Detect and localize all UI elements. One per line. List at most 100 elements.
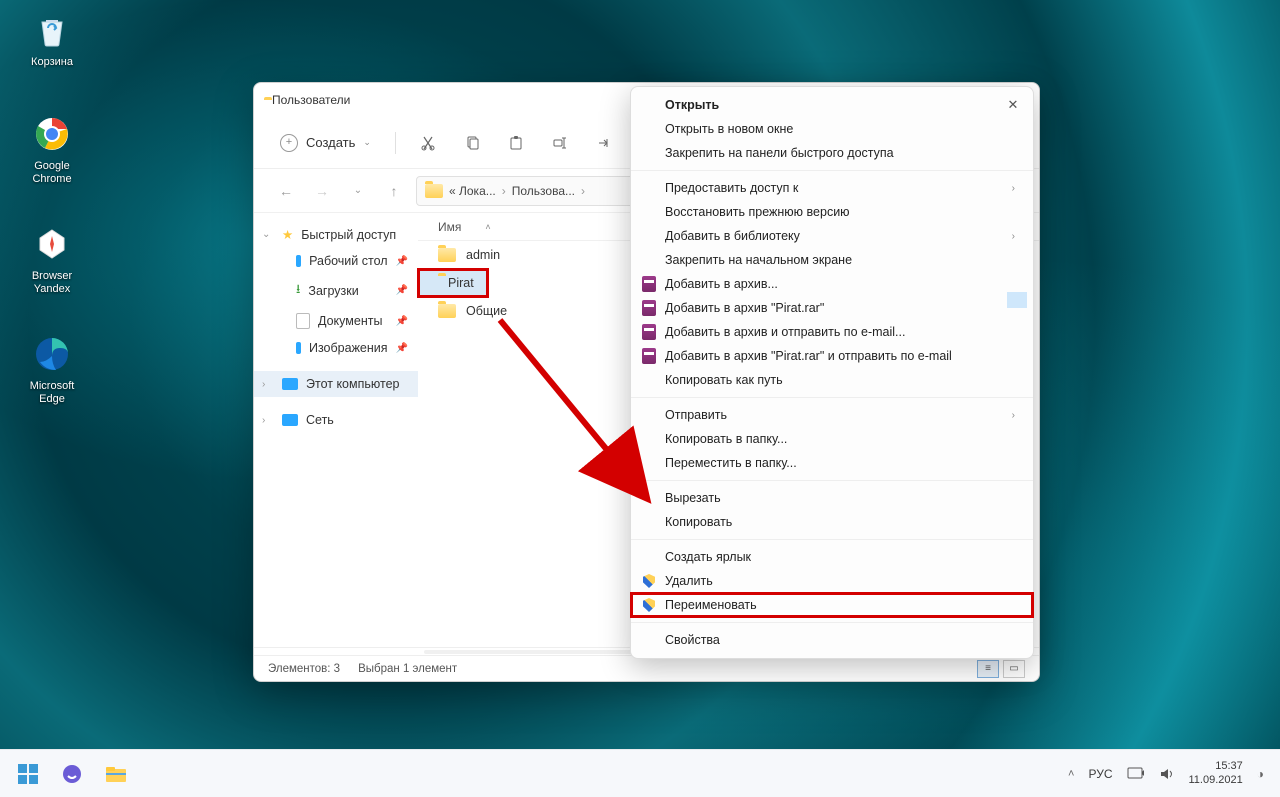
recent-dropdown[interactable]: ⌄ [344,177,372,205]
sidebar-item-label: Этот компьютер [306,377,399,391]
edge-icon [30,332,74,376]
cm-cut[interactable]: Вырезать [631,486,1033,510]
clock-date: 11.09.2021 [1189,774,1243,787]
sidebar-item-label: Быстрый доступ [301,228,396,242]
item-count: Элементов: 3 [268,663,340,675]
desktop-icon-recycle-bin[interactable]: Корзина [14,8,90,69]
language-indicator[interactable]: РУС [1088,767,1112,781]
cm-pin-start[interactable]: Закрепить на начальном экране [631,248,1033,272]
taskbar-explorer[interactable] [96,754,136,794]
sidebar-item-this-pc[interactable]: › Этот компьютер [254,371,418,397]
cm-add-archive-rar[interactable]: Добавить в архив "Pirat.rar" [631,296,1033,320]
sidebar-item-downloads[interactable]: ⭳ Загрузки 📌 [254,274,418,307]
yandex-icon [30,222,74,266]
paste-button[interactable] [500,127,532,159]
sidebar-item-label: Сеть [306,413,334,427]
sidebar-item-desktop[interactable]: Рабочий стол 📌 [254,248,418,274]
back-button[interactable]: ← [272,177,300,205]
sidebar-item-label: Изображения [309,341,388,355]
desktop-icon [296,255,301,267]
notifications-icon[interactable]: ◑ [1257,767,1264,781]
desktop-icon-label: Корзина [14,56,90,69]
chevron-right-icon: › [1012,410,1015,421]
desktop-icon-chrome[interactable]: Google Chrome [14,112,90,186]
cm-send-to[interactable]: Отправить› [631,403,1033,427]
start-button[interactable] [8,754,48,794]
up-button[interactable]: ↑ [380,177,408,205]
view-icons-button[interactable]: ▭ [1003,660,1025,678]
cm-pin-quick-access[interactable]: Закрепить на панели быстрого доступа [631,141,1033,165]
image-icon [296,342,301,354]
document-icon [296,313,310,329]
context-menu: ✕ Открыть Открыть в новом окне Закрепить… [630,86,1034,659]
separator [631,622,1033,623]
breadcrumb-part[interactable]: Пользова... [512,184,575,198]
cut-button[interactable] [412,127,444,159]
sidebar-item-network[interactable]: › Сеть [254,407,418,433]
sidebar-item-label: Рабочий стол [309,254,387,268]
cm-open[interactable]: Открыть [631,93,1033,117]
cm-move-to-folder[interactable]: Переместить в папку... [631,451,1033,475]
rar-icon [641,348,657,364]
pin-icon: 📌 [396,316,408,327]
cm-delete[interactable]: Удалить [631,569,1033,593]
desktop-icon-edge[interactable]: Microsoft Edge [14,332,90,406]
clock-time: 15:37 [1189,760,1243,773]
sidebar-item-images[interactable]: Изображения 📌 [254,335,418,361]
network-icon[interactable] [1127,767,1145,781]
cm-copy[interactable]: Копировать [631,510,1033,534]
taskbar-chat[interactable] [52,754,92,794]
cm-share-access[interactable]: Предоставить доступ к› [631,176,1033,200]
plus-icon: + [280,134,298,152]
view-details-button[interactable]: ≡ [977,660,999,678]
create-button[interactable]: + Создать ⌄ [272,130,379,156]
separator [631,539,1033,540]
chevron-right-icon: › [1012,231,1015,242]
chevron-down-icon: ⌄ [363,137,371,148]
rar-icon [641,300,657,316]
file-row-pirat[interactable]: Pirat [418,269,488,297]
cm-create-shortcut[interactable]: Создать ярлык [631,545,1033,569]
sidebar-item-documents[interactable]: Документы 📌 [254,307,418,335]
download-icon: ⭳ [296,280,300,301]
folder-icon [425,184,443,198]
sidebar-item-label: Документы [318,314,382,328]
cm-add-archive-email[interactable]: Добавить в архив и отправить по e-mail..… [631,320,1033,344]
sort-asc-icon: ˄ [485,222,490,232]
cm-properties[interactable]: Свойства [631,628,1033,652]
cm-copy-as-path[interactable]: Копировать как путь [631,368,1033,392]
sidebar-item-label: Загрузки [308,284,358,298]
share-button[interactable] [588,127,620,159]
volume-icon[interactable] [1159,767,1175,781]
cm-add-to-library[interactable]: Добавить в библиотеку› [631,224,1033,248]
cm-rename[interactable]: Переименовать [631,593,1033,617]
separator [631,480,1033,481]
create-label: Создать [306,135,355,150]
taskbar: ˄ РУС 15:37 11.09.2021 ◑ [0,749,1280,797]
rar-icon [641,276,657,292]
breadcrumb-part[interactable]: « Лока... [449,184,496,198]
shield-icon [641,573,657,589]
forward-button[interactable]: → [308,177,336,205]
chevron-right-icon: › [262,415,265,426]
pin-icon: 📌 [396,256,408,267]
recycle-bin-icon [30,8,74,52]
cm-open-new-window[interactable]: Открыть в новом окне [631,117,1033,141]
desktop-icon-label: Google Chrome [14,160,90,186]
cm-copy-to-folder[interactable]: Копировать в папку... [631,427,1033,451]
rename-button[interactable] [544,127,576,159]
tray-chevron-icon[interactable]: ˄ [1068,768,1074,780]
cm-add-archive-rar-email[interactable]: Добавить в архив "Pirat.rar" и отправить… [631,344,1033,368]
desktop-icon-yandex[interactable]: Browser Yandex [14,222,90,296]
copy-button[interactable] [456,127,488,159]
taskbar-clock[interactable]: 15:37 11.09.2021 [1189,760,1243,786]
cm-add-archive[interactable]: Добавить в архив... [631,272,1033,296]
column-header-name[interactable]: Имя ˄ [438,220,491,234]
network-icon [282,414,298,426]
desktop: Корзина Google Chrome Browser Yandex Mic… [0,0,1280,797]
divider [395,132,396,154]
chrome-icon [30,112,74,156]
sidebar-item-quick-access[interactable]: ⌄ ★ Быстрый доступ [254,221,418,248]
cm-restore-previous[interactable]: Восстановить прежнюю версию [631,200,1033,224]
selected-count: Выбран 1 элемент [358,663,457,675]
